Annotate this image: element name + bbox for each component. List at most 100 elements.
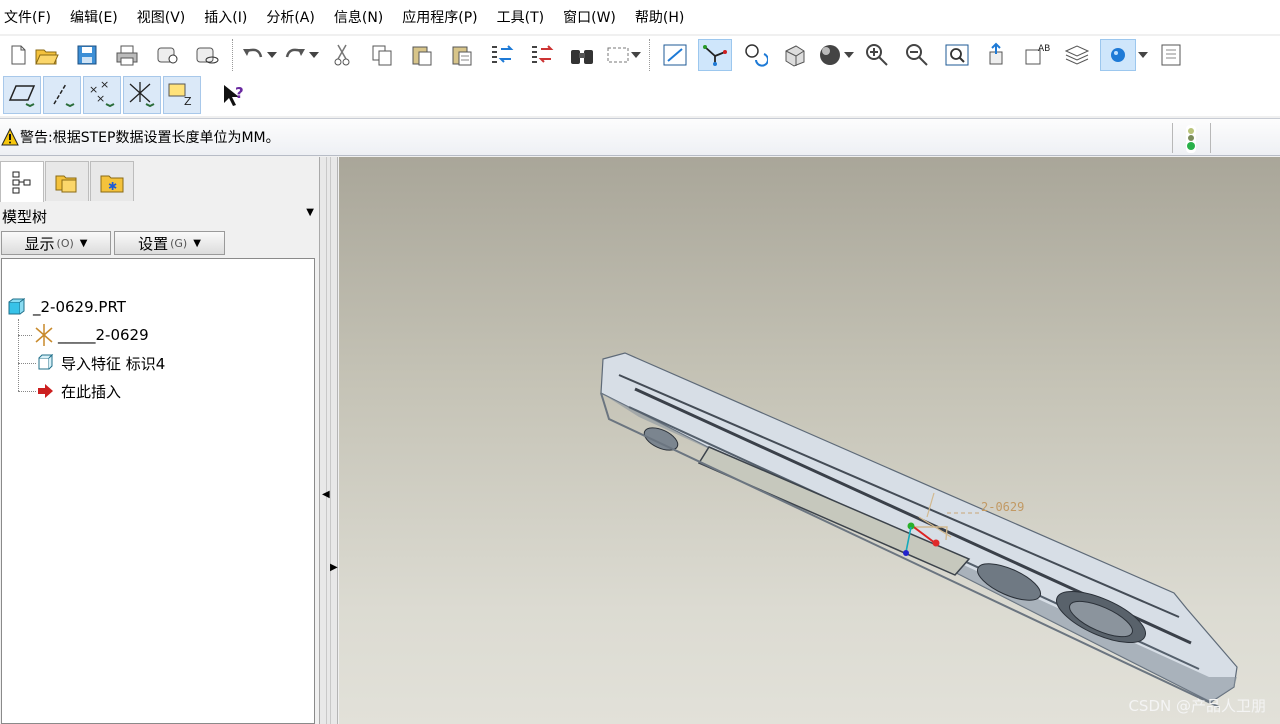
zoom-out-button[interactable] (900, 39, 934, 71)
annotation-button[interactable]: AB (1020, 39, 1054, 71)
tree-connector (18, 391, 36, 392)
coordinate-system-icon (35, 324, 53, 346)
axis-display-toggle[interactable] (43, 76, 81, 114)
repaint-button[interactable] (658, 39, 692, 71)
cut-button[interactable] (325, 39, 359, 71)
menu-view[interactable]: 视图(V) (137, 7, 186, 27)
menu-insert[interactable]: 插入(I) (204, 7, 247, 27)
csys-display-toggle[interactable] (123, 76, 161, 114)
settings-menu-button[interactable]: 设置 (G) ▼ (114, 231, 225, 255)
refit-button[interactable] (940, 39, 974, 71)
csys-label: 2-0629 (981, 500, 1024, 514)
zoom-in-button[interactable] (860, 39, 894, 71)
message-bar: 警告:根据STEP数据设置长度单位为MM。 (0, 118, 1280, 156)
select-dropdown[interactable] (629, 39, 643, 71)
zoom-in-icon (866, 44, 888, 66)
redo-dropdown[interactable] (307, 39, 321, 71)
svg-text:×: × (96, 92, 105, 105)
open-file-button[interactable] (30, 39, 64, 71)
tab-favorites[interactable]: ✱ (90, 161, 134, 201)
select-box-button[interactable] (605, 39, 629, 71)
tab-model-tree[interactable] (0, 161, 44, 202)
paste-special-button[interactable] (445, 39, 479, 71)
datum-plane-icon (8, 85, 36, 108)
tree-item-insert-here[interactable]: 在此插入 (36, 379, 121, 403)
chevron-down-icon: ▼ (79, 237, 88, 249)
insert-arrow-icon (38, 384, 53, 398)
menu-file[interactable]: 文件(F) (4, 7, 51, 27)
spin-center-icon (703, 45, 727, 66)
copy-button[interactable] (365, 39, 399, 71)
redo-button[interactable] (283, 39, 307, 71)
model-tree-header: 模型树 ▼ (0, 202, 318, 228)
display-style-dropdown[interactable] (842, 39, 856, 71)
point-display-toggle[interactable]: × × × (83, 76, 121, 114)
status-divider (1210, 123, 1211, 153)
datum-display-dropdown[interactable] (1136, 39, 1150, 71)
tree-item-csys[interactable]: _____2-0629 (32, 323, 149, 347)
settings-menu-key: (G) (170, 236, 188, 250)
csys-z-point (903, 550, 909, 556)
orient-mode-button[interactable] (738, 39, 772, 71)
status-divider (1172, 123, 1173, 153)
saved-views-button[interactable] (778, 39, 812, 71)
tree-connector (18, 363, 36, 364)
menu-info[interactable]: 信息(N) (334, 7, 383, 27)
creo-window: 文件(F) 编辑(E) 视图(V) 插入(I) 分析(A) 信息(N) 应用程序… (0, 0, 1280, 724)
regen-manager-button[interactable] (525, 39, 559, 71)
find-button[interactable] (565, 39, 599, 71)
tree-item-import-feature[interactable]: 导入特征 标识4 (36, 351, 165, 375)
favorites-folder-icon: ✱ (100, 175, 124, 193)
send-link-button[interactable] (190, 39, 224, 71)
spin-center-button[interactable] (698, 39, 732, 71)
navigator-panel: ✱ 模型树 ▼ 显示 (O) ▼ 设置 (G) ▼ _2-0629.PRT _____2… (0, 157, 320, 724)
menu-window[interactable]: 窗口(W) (563, 7, 616, 27)
selection-box-icon (607, 47, 629, 63)
warning-icon (1, 128, 19, 146)
menu-tools[interactable]: 工具(T) (497, 7, 544, 27)
tab-folder-browser[interactable] (45, 161, 89, 201)
panel-splitter[interactable]: ◀ ▶ (320, 157, 338, 724)
model-setup-button[interactable] (1154, 39, 1188, 71)
expand-right-icon[interactable]: ▶ (330, 562, 338, 573)
undo-button[interactable] (241, 39, 265, 71)
new-file-button[interactable] (6, 39, 30, 71)
context-help-button[interactable]: ? (215, 76, 253, 114)
model-render: 2-0629 (600, 352, 1238, 708)
tree-item-label: 导入特征 标识4 (61, 354, 166, 373)
menu-help[interactable]: 帮助(H) (635, 7, 684, 27)
plane-display-toggle[interactable] (3, 76, 41, 114)
import-feature-icon (38, 354, 54, 370)
menu-analysis[interactable]: 分析(A) (266, 7, 315, 27)
datum-display-button[interactable] (1100, 39, 1136, 71)
save-button[interactable] (70, 39, 104, 71)
redo-icon (285, 48, 305, 58)
send-mail-button[interactable] (150, 39, 184, 71)
collapse-left-icon[interactable]: ◀ (322, 489, 330, 500)
graphics-area[interactable]: 2-0629 CSDN @产品人卫朋 (339, 157, 1280, 724)
paste-button[interactable] (405, 39, 439, 71)
show-menu-button[interactable]: 显示 (O) ▼ (1, 231, 111, 255)
paste-icon (412, 46, 432, 66)
undo-icon (243, 48, 263, 58)
print-button[interactable] (110, 39, 144, 71)
tree-root-item[interactable]: _2-0629.PRT (7, 295, 126, 319)
layers-button[interactable] (1060, 39, 1094, 71)
reorient-button[interactable] (980, 39, 1014, 71)
svg-text:AB: AB (1038, 44, 1050, 54)
link-mail-icon (196, 47, 219, 64)
undo-dropdown[interactable] (265, 39, 279, 71)
datum-point-x-icon: × ×× (89, 80, 115, 108)
status-message: 警告:根据STEP数据设置长度单位为MM。 (20, 130, 280, 146)
display-style-button[interactable] (818, 39, 842, 71)
context-help-icon: ? (224, 84, 244, 106)
menu-edit[interactable]: 编辑(E) (70, 7, 118, 27)
traffic-light-icon[interactable] (1184, 125, 1198, 153)
zoom-out-icon (906, 44, 928, 66)
save-icon (77, 45, 97, 65)
chevron-down-icon (267, 52, 277, 58)
menu-applications[interactable]: 应用程序(P) (402, 7, 477, 27)
regenerate-button[interactable] (485, 39, 519, 71)
annotation-display-toggle[interactable]: Z (163, 76, 201, 114)
tree-menu-dropdown[interactable]: ▼ (306, 207, 314, 218)
